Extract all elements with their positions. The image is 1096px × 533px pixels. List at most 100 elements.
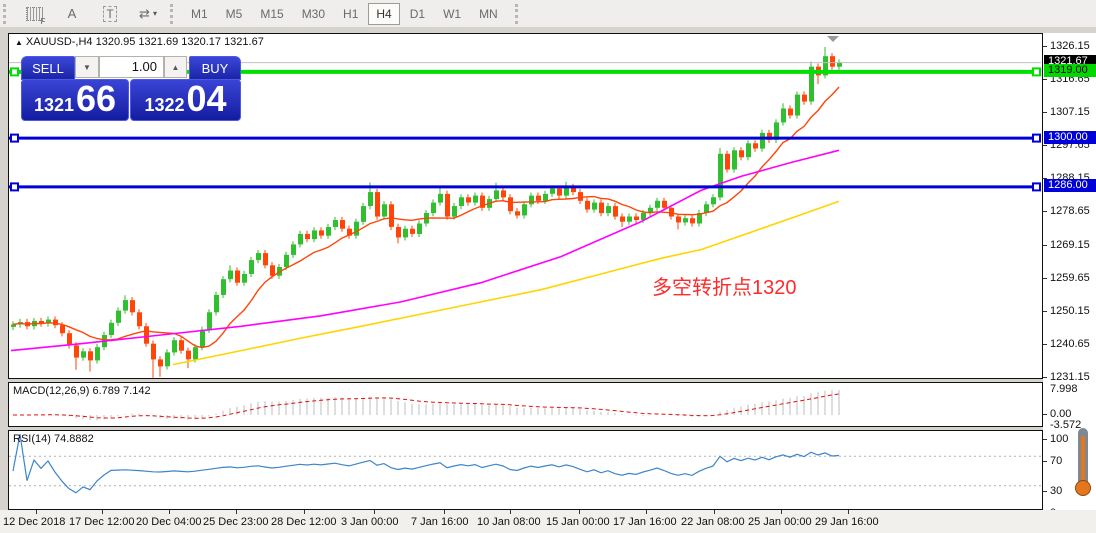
drawing-tools[interactable]: ⇄ ▾ bbox=[131, 2, 165, 26]
line-handle bbox=[10, 67, 19, 77]
symbol-period-label: XAUUSD-,H4 bbox=[25, 36, 93, 48]
volume-input[interactable]: 1.00 bbox=[99, 56, 164, 78]
rsi-axis-label: 30 bbox=[1050, 485, 1063, 497]
timeframe-button-d1[interactable]: D1 bbox=[402, 3, 433, 25]
time-tick-label: 20 Dec 04:00 bbox=[136, 516, 202, 528]
time-axis[interactable]: 12 Dec 2018 17 Dec 12:00 20 Dec 04:00 25 De… bbox=[0, 510, 1096, 533]
time-tick bbox=[102, 510, 103, 514]
buy-price-integer: 1322 bbox=[144, 95, 185, 115]
axis-tick bbox=[1043, 439, 1047, 440]
buy-price-pips: 04 bbox=[186, 78, 227, 119]
line-handle bbox=[1032, 67, 1041, 77]
time-tick-label: 3 Jan 00:00 bbox=[341, 516, 399, 528]
timeframe-button-m1[interactable]: M1 bbox=[183, 3, 216, 25]
line-handle bbox=[1032, 133, 1041, 143]
time-tick-label: 29 Jan 16:00 bbox=[815, 516, 879, 528]
price-tag: 1319.00 bbox=[1044, 64, 1096, 77]
time-tick-label: 28 Dec 12:00 bbox=[271, 516, 337, 528]
down-arrow-icon: ▼ bbox=[83, 62, 91, 72]
time-tick-label: 17 Jan 16:00 bbox=[613, 516, 677, 528]
thermometer-icon bbox=[1074, 428, 1092, 503]
drawing-tools-icon: ⇄ bbox=[139, 5, 150, 21]
sell-button[interactable]: SELL bbox=[21, 56, 75, 80]
chart-annotation: 多空转折点1320 bbox=[652, 277, 797, 299]
chevron-down-icon: ▾ bbox=[152, 9, 157, 18]
time-tick bbox=[236, 510, 237, 514]
time-tick-label: 7 Jan 16:00 bbox=[411, 516, 469, 528]
axis-tick bbox=[1043, 344, 1047, 345]
timeframe-button-mn[interactable]: MN bbox=[471, 3, 506, 25]
time-tick bbox=[646, 510, 647, 514]
time-tick bbox=[714, 510, 715, 514]
axis-tick bbox=[1043, 211, 1047, 212]
buy-button[interactable]: BUY bbox=[189, 56, 241, 80]
price-tag: 1286.00 bbox=[1044, 179, 1096, 192]
rsi-axis-label: 70 bbox=[1050, 455, 1063, 467]
fibo-grid-tool[interactable]: F bbox=[17, 2, 51, 26]
timeframe-button-m30[interactable]: M30 bbox=[294, 3, 333, 25]
macd-axis-label: 7.998 bbox=[1050, 383, 1078, 395]
shift-marker-icon bbox=[827, 36, 839, 42]
axis-tick bbox=[1043, 79, 1047, 80]
price-tick-label: 1307.15 bbox=[1050, 106, 1090, 118]
axis-tick bbox=[1043, 278, 1047, 279]
toolbar: F A T ⇄ ▾ M1 M5 M15 M30 H1 H4 D1 W1 MN bbox=[0, 0, 1096, 28]
rsi-chart[interactable] bbox=[9, 431, 1042, 509]
text-box-tool-icon: T bbox=[103, 5, 117, 22]
time-tick-label: 10 Jan 08:00 bbox=[477, 516, 541, 528]
main-chart-pane[interactable]: ▲ XAUUSD-,H4 1320.95 1321.69 1320.17 1321… bbox=[8, 33, 1043, 379]
text-label-tool[interactable]: A bbox=[55, 2, 89, 26]
axis-tick bbox=[1043, 311, 1047, 312]
time-tick bbox=[510, 510, 511, 514]
time-tick bbox=[444, 510, 445, 514]
macd-pane[interactable]: MACD(12,26,9) 6.789 7.142 bbox=[8, 382, 1043, 427]
time-tick-label: 25 Jan 00:00 bbox=[748, 516, 812, 528]
timeframe-button-m15[interactable]: M15 bbox=[252, 3, 291, 25]
time-tick bbox=[579, 510, 580, 514]
axis-tick bbox=[1043, 491, 1047, 492]
rsi-pane[interactable]: RSI(14) 74.8882 bbox=[8, 430, 1043, 510]
ma-mid-line bbox=[10, 149, 840, 352]
axis-tick bbox=[1043, 112, 1047, 113]
text-box-tool[interactable]: T bbox=[93, 2, 127, 26]
macd-chart[interactable] bbox=[9, 383, 1042, 426]
price-tick-label: 1240.65 bbox=[1050, 338, 1090, 350]
rsi-axis-label: 100 bbox=[1050, 433, 1069, 445]
time-tick-label: 15 Jan 00:00 bbox=[546, 516, 610, 528]
sell-price-integer: 1321 bbox=[33, 95, 74, 115]
price-tag: 1300.00 bbox=[1044, 131, 1096, 144]
volume-increase-button[interactable]: ▲ bbox=[164, 56, 187, 78]
fibo-grid-tool-icon: F bbox=[25, 6, 46, 26]
price-tick-label: 1231.15 bbox=[1050, 371, 1090, 383]
volume-decrease-button[interactable]: ▼ bbox=[75, 56, 99, 78]
time-tick-label: 12 Dec 2018 bbox=[3, 516, 66, 528]
time-tick bbox=[169, 510, 170, 514]
price-tick-label: 1250.15 bbox=[1050, 305, 1090, 317]
buy-price-box[interactable]: 1322 04 bbox=[130, 79, 241, 121]
sell-price-box[interactable]: 1321 66 bbox=[21, 79, 129, 121]
toolbar-grip[interactable] bbox=[3, 3, 9, 24]
timeframe-button-m5[interactable]: M5 bbox=[218, 3, 251, 25]
drawing-toolbar: F A T ⇄ ▾ bbox=[15, 2, 167, 26]
chart-title: ▲ XAUUSD-,H4 1320.95 1321.69 1320.17 1321… bbox=[15, 36, 264, 48]
toolbar-grip[interactable] bbox=[170, 3, 176, 24]
timeframe-button-h4[interactable]: H4 bbox=[368, 2, 400, 25]
time-tick bbox=[781, 510, 782, 514]
axis-tick bbox=[1043, 414, 1047, 415]
time-tick-label: 22 Jan 08:00 bbox=[681, 516, 745, 528]
price-tick-label: 1259.65 bbox=[1050, 272, 1090, 284]
toolbar-grip[interactable] bbox=[514, 3, 521, 24]
price-tick-label: 1326.15 bbox=[1050, 40, 1090, 52]
line-handle bbox=[10, 133, 19, 143]
time-tick-label: 25 Dec 23:00 bbox=[203, 516, 269, 528]
chart-window: ▲ XAUUSD-,H4 1320.95 1321.69 1320.17 1321… bbox=[0, 27, 1096, 533]
line-handle bbox=[1032, 182, 1041, 192]
timeframe-button-w1[interactable]: W1 bbox=[435, 3, 469, 25]
text-label-tool-icon: A bbox=[67, 6, 77, 21]
price-tick-label: 1269.15 bbox=[1050, 239, 1090, 251]
timeframe-button-h1[interactable]: H1 bbox=[335, 3, 366, 25]
axis-tick bbox=[1043, 245, 1047, 246]
time-tick-label: 17 Dec 12:00 bbox=[69, 516, 135, 528]
time-tick bbox=[374, 510, 375, 514]
time-tick bbox=[36, 510, 37, 514]
